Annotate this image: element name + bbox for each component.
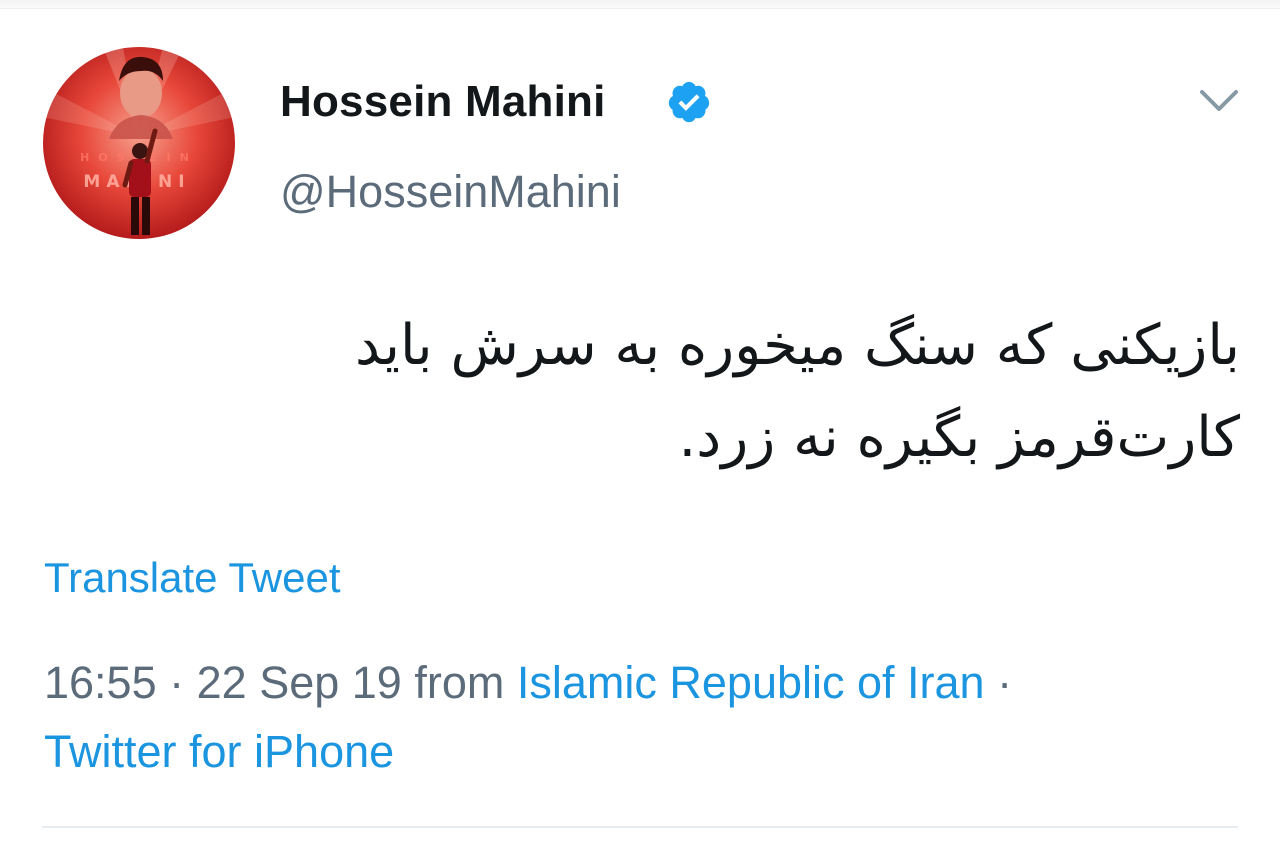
tweet-meta: 16:55 · 22 Sep 19 from Islamic Republic … [44, 653, 1012, 713]
tweet-text-line: بازیکنی که سنگ میخوره به سرش باید [355, 313, 1240, 378]
tweet-location-link[interactable]: Islamic Republic of Iran [517, 657, 985, 708]
tweet-text-line: کارت‌قرمز بگیره نه زرد. [678, 405, 1240, 470]
tweet-date[interactable]: 22 Sep 19 [197, 657, 402, 708]
chevron-down-icon[interactable] [1194, 82, 1244, 120]
tweet-source-link[interactable]: Twitter for iPhone [44, 726, 394, 777]
verified-badge-icon [668, 81, 710, 123]
tweet-text: بازیکنی که سنگ میخوره به سرش باید کارت‌ق… [130, 300, 1240, 484]
avatar[interactable]: HOSSEIN MAHINI [43, 47, 235, 239]
top-divider [0, 0, 1280, 9]
from-label: from [414, 657, 505, 708]
meta-separator: · [169, 657, 185, 708]
meta-separator: · [997, 657, 1013, 708]
bottom-divider [42, 826, 1238, 828]
author-display-name[interactable]: Hossein Mahini [280, 72, 606, 132]
tweet-time[interactable]: 16:55 [44, 657, 157, 708]
tweet-meta-source: Twitter for iPhone [44, 722, 394, 782]
translate-tweet-link[interactable]: Translate Tweet [44, 550, 340, 606]
avatar-image: HOSSEIN MAHINI [43, 47, 235, 235]
author-handle[interactable]: @HosseinMahini [280, 162, 621, 222]
